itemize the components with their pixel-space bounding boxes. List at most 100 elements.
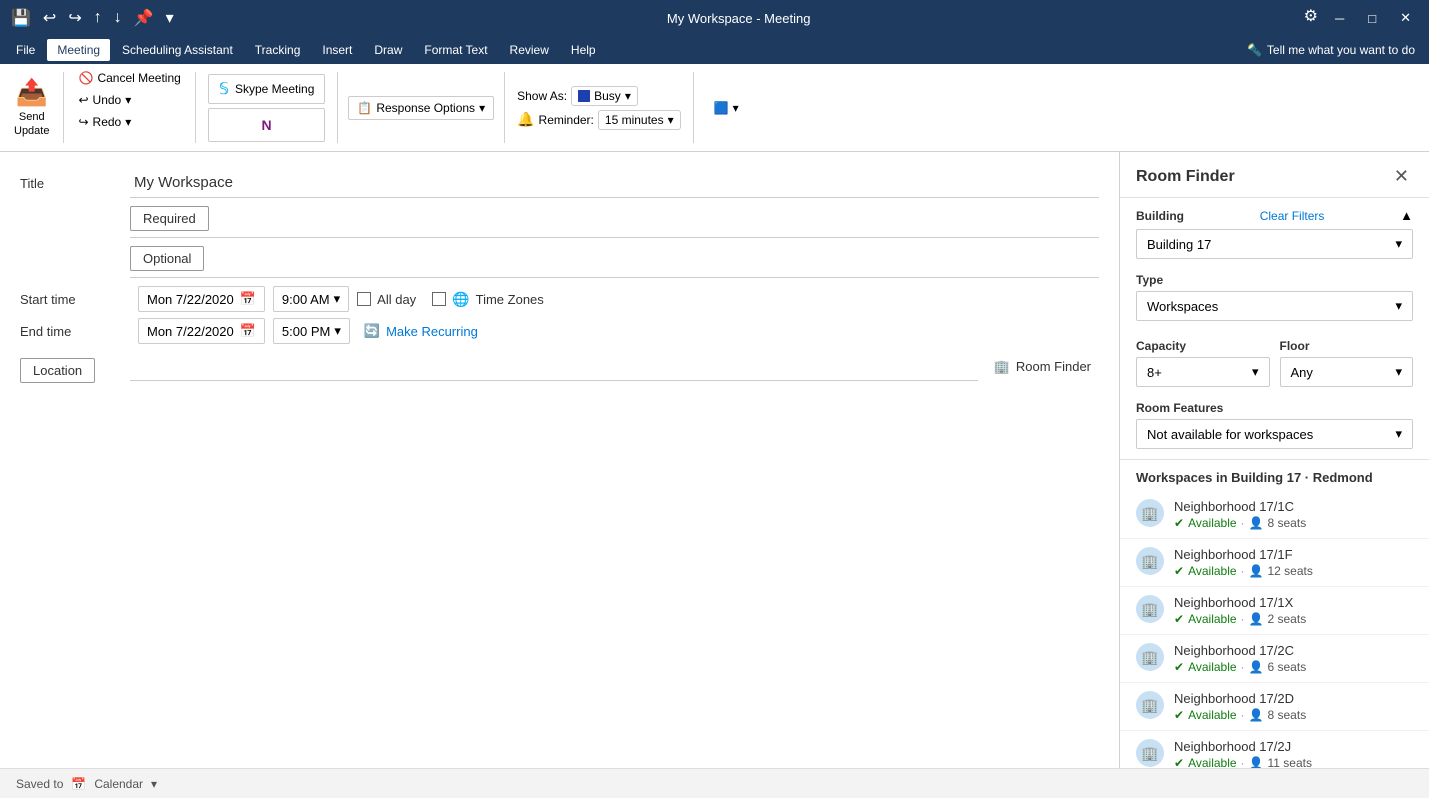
room-finder-button[interactable]: 🏢 Room Finder	[986, 355, 1099, 379]
room-item-4[interactable]: 🏢 Neighborhood 17/2D ✔ Available · 👤 8 s…	[1120, 683, 1429, 731]
start-time-row: Start time Mon 7/22/2020 📅 9:00 AM ▾ All…	[20, 286, 1099, 312]
menu-draw[interactable]: Draw	[364, 39, 412, 61]
results-header: Workspaces in Building 17 · Redmond	[1120, 459, 1429, 491]
reminder-dropdown[interactable]: 15 minutes ▾	[598, 110, 681, 130]
divider-3	[337, 72, 338, 143]
pin-icon[interactable]: 📌	[131, 8, 157, 28]
show-as-dropdown[interactable]: Busy ▾	[571, 86, 638, 106]
minimize-button[interactable]: ─	[1325, 6, 1354, 30]
make-recurring-button[interactable]: 🔄 Make Recurring	[358, 321, 484, 341]
room-status-icon-4: ✔	[1174, 708, 1184, 722]
response-options-button[interactable]: 📋 Response Options ▾	[348, 96, 494, 120]
menu-tracking[interactable]: Tracking	[245, 39, 311, 61]
room-features-chevron-icon: ▾	[1395, 426, 1402, 442]
location-input[interactable]	[130, 353, 978, 381]
room-finder-header: Room Finder ✕	[1120, 152, 1429, 198]
title-bar-left: 💾 ↩ ↪ ↑ ↓ 📌 ▾	[8, 8, 177, 28]
room-status-4: Available	[1188, 708, 1236, 722]
undo-button[interactable]: ↩ Undo ▾	[70, 90, 188, 110]
room-name-2: Neighborhood 17/1X	[1174, 595, 1413, 610]
settings-icon[interactable]: ⚙	[1301, 6, 1321, 30]
menu-format-text[interactable]: Format Text	[414, 39, 497, 61]
calendar-chevron-icon[interactable]: ▾	[151, 777, 157, 791]
meeting-body[interactable]	[20, 395, 1099, 645]
room-seats-icon-3: 👤	[1249, 660, 1264, 674]
cancel-meeting-button[interactable]: 🚫 Cancel Meeting	[70, 68, 188, 88]
redo-button[interactable]: ↪ Redo ▾	[70, 112, 188, 132]
calendar-icon: 📅	[71, 777, 86, 791]
redo-icon[interactable]: ↪	[65, 8, 84, 28]
title-field-cell	[130, 168, 1099, 198]
room-icon-5: 🏢	[1136, 739, 1164, 767]
room-name-1: Neighborhood 17/1F	[1174, 547, 1413, 562]
start-time-input[interactable]: 9:00 AM ▾	[273, 286, 349, 312]
reminder-bell-icon: 🔔	[517, 111, 534, 128]
send-update-button[interactable]: 📤 SendUpdate	[6, 68, 57, 147]
body-textarea[interactable]	[20, 395, 1099, 425]
room-icon-1: 🏢	[1136, 547, 1164, 575]
skype-meeting-button[interactable]: 𝕊 Skype Meeting	[208, 74, 326, 104]
save-icon[interactable]: 💾	[8, 8, 34, 28]
room-finder-close-button[interactable]: ✕	[1390, 164, 1413, 189]
building-label: Building	[1136, 209, 1184, 223]
undo-icon[interactable]: ↩	[40, 8, 59, 28]
capacity-col: Capacity 8+ ▾	[1136, 339, 1270, 387]
optional-tag[interactable]: Optional	[130, 246, 204, 271]
end-date-value: Mon 7/22/2020	[147, 324, 234, 339]
main-area: Title Required Optional Start time	[0, 152, 1429, 798]
down-icon[interactable]: ↓	[111, 9, 125, 27]
maximize-button[interactable]: □	[1358, 6, 1386, 30]
onenote-button[interactable]: N	[208, 108, 326, 142]
start-date-input[interactable]: Mon 7/22/2020 📅	[138, 286, 265, 312]
calendar-label: Calendar	[94, 777, 143, 791]
title-label: Title	[20, 168, 130, 191]
menu-scheduling-assistant[interactable]: Scheduling Assistant	[112, 39, 243, 61]
title-input[interactable]	[130, 168, 1099, 198]
building-chevron-icon: ▾	[1395, 236, 1402, 252]
room-item-0[interactable]: 🏢 Neighborhood 17/1C ✔ Available · 👤 8 s…	[1120, 491, 1429, 539]
time-zones-checkbox[interactable]	[432, 292, 446, 306]
dropdown-icon[interactable]: ▾	[163, 8, 177, 28]
room-item-2[interactable]: 🏢 Neighborhood 17/1X ✔ Available · 👤 2 s…	[1120, 587, 1429, 635]
tags-button[interactable]: 🟦 ▾	[706, 98, 747, 118]
up-icon[interactable]: ↑	[91, 9, 105, 27]
tell-me-bar[interactable]: 🔦 Tell me what you want to do	[1239, 43, 1423, 57]
required-tag[interactable]: Required	[130, 206, 209, 231]
room-list: 🏢 Neighborhood 17/1C ✔ Available · 👤 8 s…	[1120, 491, 1429, 798]
menu-help[interactable]: Help	[561, 39, 606, 61]
building-collapse-icon[interactable]: ▲	[1400, 208, 1413, 223]
room-features-dropdown[interactable]: Not available for workspaces ▾	[1136, 419, 1413, 449]
menu-meeting[interactable]: Meeting	[47, 39, 110, 61]
menu-file[interactable]: File	[6, 39, 45, 61]
make-recurring-label: Make Recurring	[386, 324, 478, 339]
room-features-value: Not available for workspaces	[1147, 427, 1313, 442]
room-item-3[interactable]: 🏢 Neighborhood 17/2C ✔ Available · 👤 6 s…	[1120, 635, 1429, 683]
calendar-icon: 📅	[240, 291, 256, 307]
room-seats-2: 2 seats	[1268, 612, 1307, 626]
room-item-1[interactable]: 🏢 Neighborhood 17/1F ✔ Available · 👤 12 …	[1120, 539, 1429, 587]
building-section-header: Building Clear Filters ▲	[1136, 208, 1413, 223]
capacity-dropdown[interactable]: 8+ ▾	[1136, 357, 1270, 387]
saved-to-text: Saved to	[16, 777, 63, 791]
close-button[interactable]: ✕	[1390, 6, 1421, 30]
show-as-group: Show As: Busy ▾ 🔔 Reminder: 15 minutes ▾	[511, 68, 687, 147]
floor-dropdown[interactable]: Any ▾	[1280, 357, 1414, 387]
room-meta-2: ✔ Available · 👤 2 seats	[1174, 612, 1413, 626]
location-tag[interactable]: Location	[20, 358, 95, 383]
cancel-group: 🚫 Cancel Meeting ↩ Undo ▾ ↪ Redo ▾	[70, 68, 188, 147]
building-dropdown[interactable]: Building 17 ▾	[1136, 229, 1413, 259]
end-date-input[interactable]: Mon 7/22/2020 📅	[138, 318, 265, 344]
type-dropdown[interactable]: Workspaces ▾	[1136, 291, 1413, 321]
room-name-4: Neighborhood 17/2D	[1174, 691, 1413, 706]
menu-review[interactable]: Review	[500, 39, 559, 61]
floor-chevron-icon: ▾	[1395, 364, 1402, 380]
building-section: Building Clear Filters ▲ Building 17 ▾	[1120, 198, 1429, 269]
room-info-1: Neighborhood 17/1F ✔ Available · 👤 12 se…	[1174, 547, 1413, 578]
menu-insert[interactable]: Insert	[312, 39, 362, 61]
all-day-checkbox[interactable]	[357, 292, 371, 306]
room-seats-0: 8 seats	[1268, 516, 1307, 530]
ribbon: 📤 SendUpdate 🚫 Cancel Meeting ↩ Undo ▾ ↪…	[0, 64, 1429, 152]
end-time-input[interactable]: 5:00 PM ▾	[273, 318, 350, 344]
clear-filters-button[interactable]: Clear Filters	[1260, 209, 1325, 223]
room-seats-icon-2: 👤	[1249, 612, 1264, 626]
